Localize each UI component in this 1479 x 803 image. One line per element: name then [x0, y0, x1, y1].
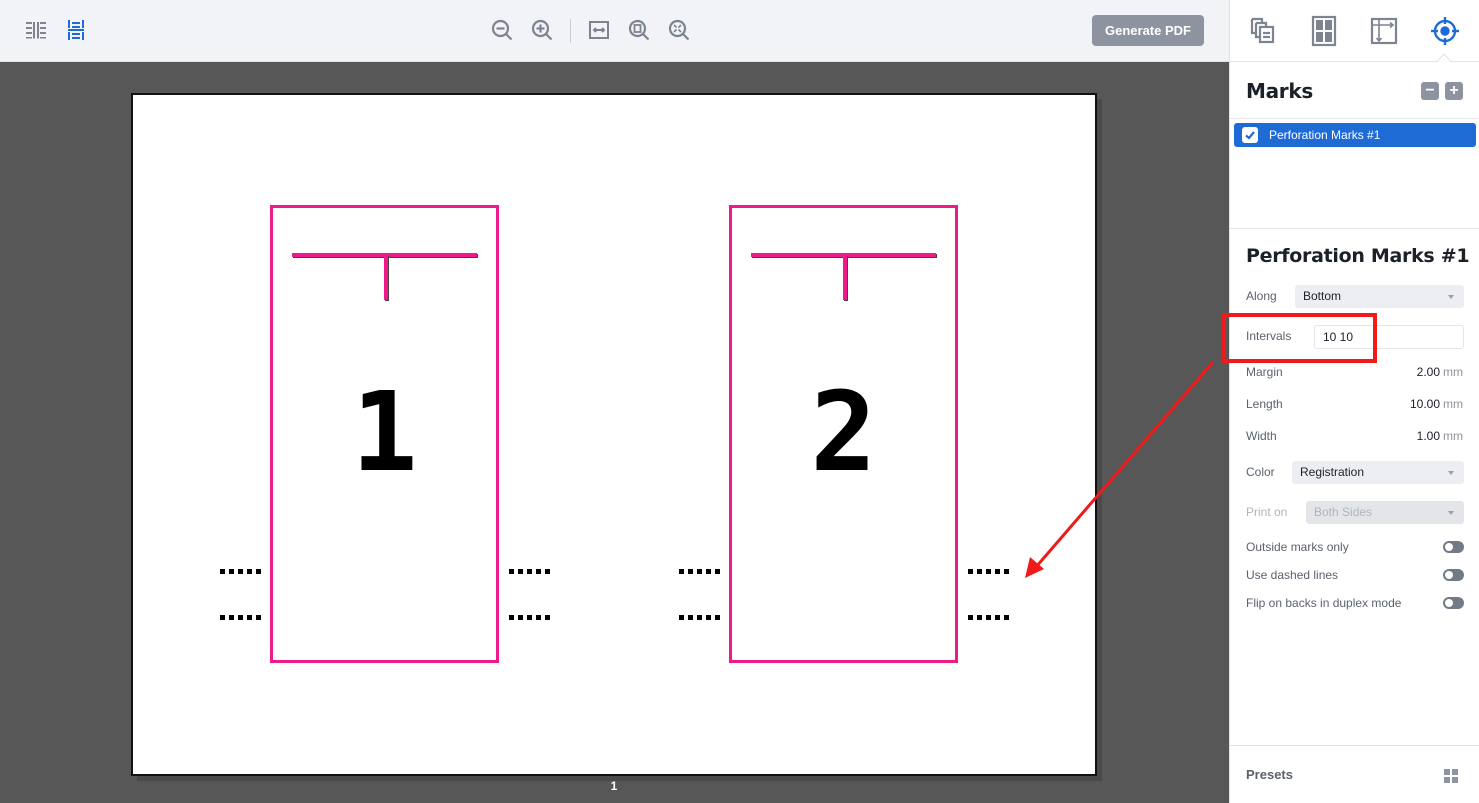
- margin-value: 2.00: [1416, 365, 1440, 379]
- color-label: Color: [1246, 465, 1275, 479]
- presets-grid-icon[interactable]: [1444, 769, 1458, 783]
- flip-duplex-label: Flip on backs in duplex mode: [1246, 596, 1402, 610]
- length-value: 10.00: [1409, 397, 1440, 411]
- properties-title: Perforation Marks #1: [1246, 245, 1470, 267]
- margin-field[interactable]: 2.00 mm: [1417, 365, 1463, 379]
- width-label: Width: [1246, 429, 1277, 443]
- length-field[interactable]: 10.00 mm: [1410, 397, 1463, 411]
- sheet-page: 1 2: [131, 93, 1097, 776]
- zoom-to-fit-icon[interactable]: [667, 18, 691, 42]
- mark-item-label: Perforation Marks #1: [1269, 128, 1381, 142]
- margin-unit: mm: [1443, 365, 1463, 379]
- page-number: 1: [610, 779, 618, 793]
- fit-width-icon[interactable]: [587, 18, 611, 42]
- pages-icon[interactable]: [1249, 15, 1279, 47]
- width-field[interactable]: 1.00 mm: [1417, 429, 1463, 443]
- intervals-label: Intervals: [1246, 329, 1292, 343]
- t-mark-stem: [384, 255, 388, 300]
- outside-marks-label: Outside marks only: [1246, 540, 1349, 554]
- mark-checkbox[interactable]: [1242, 127, 1258, 143]
- chevron-down-icon: [1448, 471, 1454, 475]
- perforation-mark: [968, 569, 1009, 574]
- layout-grid-icon[interactable]: [1309, 15, 1339, 47]
- print-on-value: Both Sides: [1314, 505, 1373, 519]
- t-mark-stem: [843, 255, 847, 300]
- generate-pdf-button[interactable]: Generate PDF: [1092, 15, 1204, 46]
- fit-page-icon[interactable]: [627, 18, 651, 42]
- margin-label: Margin: [1246, 365, 1283, 379]
- outside-marks-toggle[interactable]: [1443, 541, 1464, 553]
- mark-list-item[interactable]: Perforation Marks #1: [1234, 123, 1476, 147]
- marks-title: Marks: [1246, 79, 1313, 103]
- marks-list: Perforation Marks #1: [1234, 123, 1476, 227]
- divider: [1230, 745, 1479, 746]
- app-window: Generate PDF 1 2 1 Marks − + Perforation…: [0, 0, 1479, 803]
- remove-mark-button[interactable]: −: [1421, 82, 1439, 100]
- divider: [1230, 228, 1479, 229]
- zoom-out-icon[interactable]: [490, 18, 514, 42]
- panel-tabs: [1230, 0, 1479, 71]
- card-trim-box-2[interactable]: 2: [729, 205, 958, 663]
- intervals-input[interactable]: [1314, 325, 1464, 349]
- width-unit: mm: [1443, 429, 1463, 443]
- right-panel: Marks − + Perforation Marks #1 Perforati…: [1229, 0, 1479, 803]
- color-select[interactable]: Registration: [1292, 461, 1464, 484]
- length-label: Length: [1246, 397, 1283, 411]
- add-mark-button[interactable]: +: [1445, 82, 1463, 100]
- perforation-mark: [220, 569, 261, 574]
- print-on-label: Print on: [1246, 505, 1288, 519]
- toolbar-divider: [570, 19, 571, 43]
- card-number: 2: [810, 368, 877, 496]
- card-number: 1: [351, 368, 418, 496]
- sheet-size-icon[interactable]: [1369, 15, 1399, 47]
- perforation-mark: [509, 615, 550, 620]
- two-column-view-icon[interactable]: [24, 18, 48, 42]
- flip-duplex-toggle[interactable]: [1443, 597, 1464, 609]
- marks-target-icon[interactable]: [1430, 15, 1460, 47]
- single-column-view-icon[interactable]: [64, 18, 88, 42]
- perforation-mark: [679, 615, 720, 620]
- divider: [1230, 118, 1479, 119]
- perforation-mark: [679, 569, 720, 574]
- perforation-mark: [220, 615, 261, 620]
- print-on-select: Both Sides: [1306, 501, 1464, 524]
- active-tab-pointer: [1435, 53, 1453, 71]
- top-toolbar: Generate PDF: [0, 0, 1229, 62]
- presets-label: Presets: [1246, 767, 1293, 782]
- chevron-down-icon: [1448, 295, 1454, 299]
- along-label: Along: [1246, 289, 1277, 303]
- width-value: 1.00: [1416, 429, 1440, 443]
- perforation-mark: [968, 615, 1009, 620]
- chevron-down-icon: [1448, 511, 1454, 515]
- zoom-in-icon[interactable]: [530, 18, 554, 42]
- along-value: Bottom: [1303, 289, 1342, 303]
- dashed-lines-label: Use dashed lines: [1246, 568, 1339, 582]
- perforation-mark: [509, 569, 550, 574]
- card-trim-box-1[interactable]: 1: [270, 205, 499, 663]
- dashed-lines-toggle[interactable]: [1443, 569, 1464, 581]
- along-select[interactable]: Bottom: [1295, 285, 1464, 308]
- color-value: Registration: [1300, 465, 1365, 479]
- length-unit: mm: [1443, 397, 1463, 411]
